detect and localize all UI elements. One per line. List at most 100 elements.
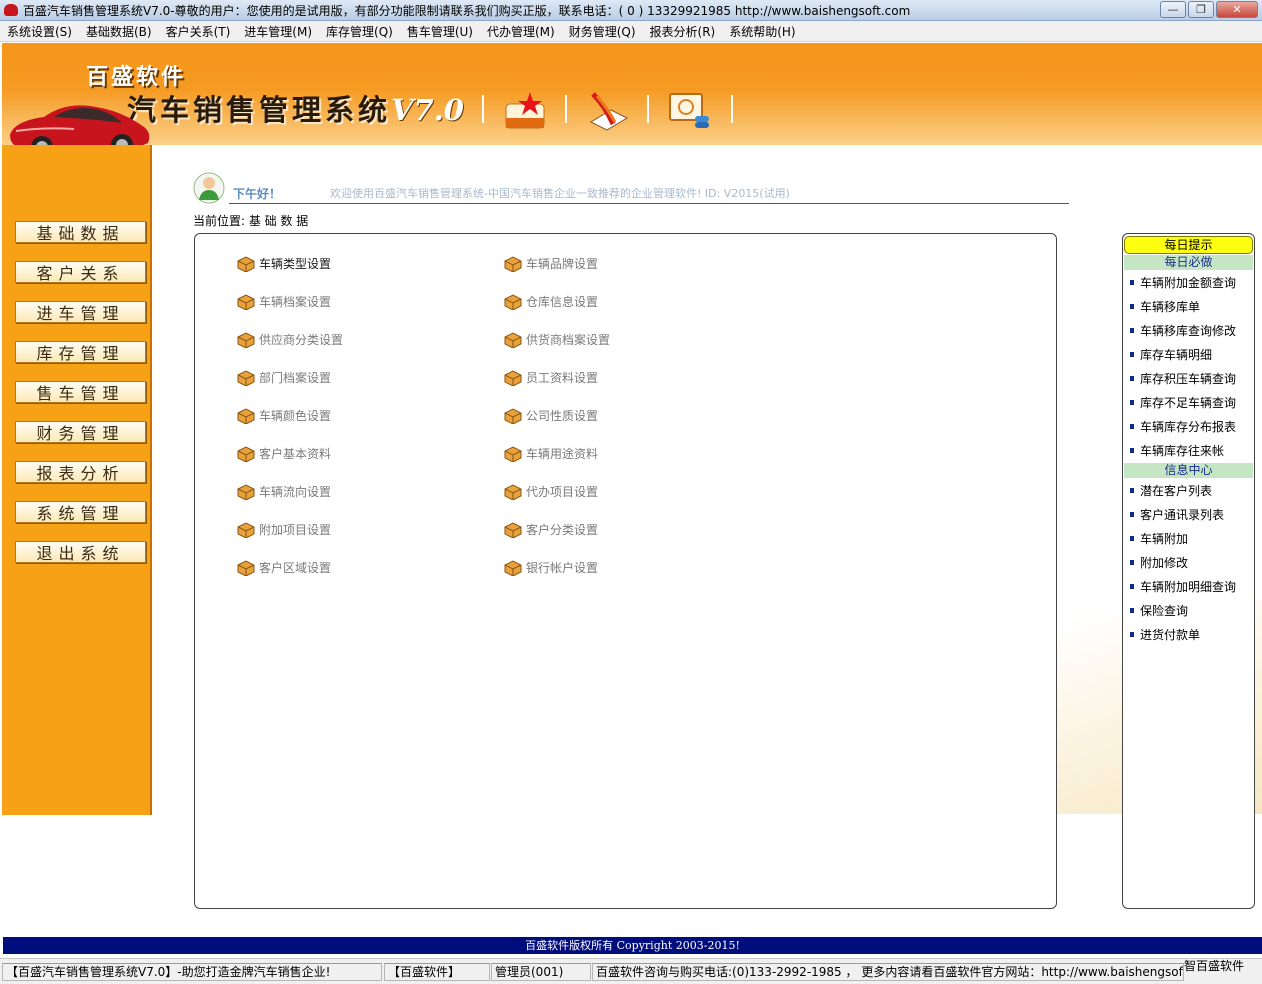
func-additional-items[interactable]: 附加项目设置 xyxy=(237,521,331,538)
menu-agency-management[interactable]: 代办管理(M) xyxy=(480,23,562,40)
func-vehicle-color[interactable]: 车辆颜色设置 xyxy=(237,407,331,424)
status-corner-label: 智百盛软件 xyxy=(1183,959,1244,973)
status-user: 管理员(001) xyxy=(491,963,591,981)
package-icon xyxy=(504,559,522,576)
func-bank-account[interactable]: 银行帐户设置 xyxy=(504,559,598,576)
link-label: 保险查询 xyxy=(1140,604,1189,618)
menu-customer-relations[interactable]: 客户关系(T) xyxy=(159,23,238,40)
link-customer-contacts[interactable]: 客户通讯录列表 xyxy=(1130,506,1224,523)
link-vehicle-transfer-query[interactable]: 车辆移库查询修改 xyxy=(1130,322,1236,339)
menu-finance-management[interactable]: 财务管理(Q) xyxy=(562,23,643,40)
window-controls: — ❐ ✕ xyxy=(1160,1,1258,18)
menu-sales-management[interactable]: 售车管理(U) xyxy=(400,23,480,40)
func-label: 代办项目设置 xyxy=(526,485,599,499)
close-button[interactable]: ✕ xyxy=(1216,1,1258,18)
func-label: 银行帐户设置 xyxy=(526,561,599,575)
func-label: 客户区域设置 xyxy=(259,561,332,575)
func-department-archive[interactable]: 部门档案设置 xyxy=(237,369,331,386)
func-vehicle-brand[interactable]: 车辆品牌设置 xyxy=(504,255,598,272)
bullet-icon xyxy=(1130,448,1134,453)
bullet-icon xyxy=(1130,400,1134,405)
link-understock-query[interactable]: 库存不足车辆查询 xyxy=(1130,394,1236,411)
link-vehicle-addon-amount-query[interactable]: 车辆附加金额查询 xyxy=(1130,274,1236,291)
sidebar-sales-button[interactable]: 售车管理 xyxy=(15,381,146,403)
status-product: 【百盛汽车销售管理系统V7.0】-助您打造金牌汽车销售企业! xyxy=(2,963,382,981)
func-customer-region[interactable]: 客户区域设置 xyxy=(237,559,331,576)
link-stock-vehicle-detail[interactable]: 库存车辆明细 xyxy=(1130,346,1212,363)
link-label: 车辆附加 xyxy=(1140,532,1189,546)
maximize-button[interactable]: ❐ xyxy=(1188,1,1214,18)
sidebar-system-management-button[interactable]: 系统管理 xyxy=(15,501,146,523)
func-company-nature[interactable]: 公司性质设置 xyxy=(504,407,598,424)
daily-tips-header: 每日提示 xyxy=(1124,236,1253,254)
bullet-icon xyxy=(1130,512,1134,517)
func-customer-category[interactable]: 客户分类设置 xyxy=(504,521,598,538)
minimize-button[interactable]: — xyxy=(1160,1,1186,18)
func-vendor-archive[interactable]: 供货商档案设置 xyxy=(504,331,610,348)
func-label: 员工资料设置 xyxy=(526,371,599,385)
link-label: 车辆移库单 xyxy=(1140,300,1201,314)
menu-purchase-management[interactable]: 进车管理(M) xyxy=(237,23,319,40)
menu-system-help[interactable]: 系统帮助(H) xyxy=(722,23,802,40)
link-vehicle-addon[interactable]: 车辆附加 xyxy=(1130,530,1188,547)
link-vehicle-transfer[interactable]: 车辆移库单 xyxy=(1130,298,1200,315)
func-customer-basic-info[interactable]: 客户基本资料 xyxy=(237,445,331,462)
link-insurance-query[interactable]: 保险查询 xyxy=(1130,602,1188,619)
func-label: 供货商档案设置 xyxy=(526,333,611,347)
package-icon xyxy=(504,407,522,424)
greeting-label: 下午好！ xyxy=(233,187,282,201)
func-label: 客户分类设置 xyxy=(526,523,599,537)
breadcrumb: 当前位置: 基 础 数 据 xyxy=(193,214,309,228)
menu-basic-data[interactable]: 基础数据(B) xyxy=(79,23,159,40)
func-agency-items[interactable]: 代办项目设置 xyxy=(504,483,598,500)
package-icon xyxy=(237,369,255,386)
daily-must-do-header: 每日必做 xyxy=(1124,255,1253,270)
sidebar-basic-data-button[interactable]: 基础数据 xyxy=(15,221,146,243)
func-supplier-category[interactable]: 供应商分类设置 xyxy=(237,331,343,348)
book-quill-icon[interactable] xyxy=(585,88,631,134)
menu-system-settings[interactable]: 系统设置(S) xyxy=(0,23,79,40)
info-center-header: 信息中心 xyxy=(1124,463,1253,478)
sidebar-inventory-button[interactable]: 库存管理 xyxy=(15,341,146,363)
presentation-database-icon[interactable] xyxy=(667,88,713,134)
bullet-icon xyxy=(1130,328,1134,333)
bullet-icon xyxy=(1130,304,1134,309)
link-addon-detail-query[interactable]: 车辆附加明细查询 xyxy=(1130,578,1236,595)
link-overstock-query[interactable]: 库存积压车辆查询 xyxy=(1130,370,1236,387)
menu-report-analysis[interactable]: 报表分析(R) xyxy=(643,23,723,40)
link-label: 潜在客户列表 xyxy=(1140,484,1213,498)
bullet-icon xyxy=(1130,632,1134,637)
sidebar-customer-relations-button[interactable]: 客户关系 xyxy=(15,261,146,283)
sidebar-reports-button[interactable]: 报表分析 xyxy=(15,461,146,483)
link-label: 车辆附加明细查询 xyxy=(1140,580,1237,594)
home-star-icon[interactable] xyxy=(502,88,548,134)
func-vehicle-usage[interactable]: 车辆用途资料 xyxy=(504,445,598,462)
func-vehicle-flow[interactable]: 车辆流向设置 xyxy=(237,483,331,500)
status-company: 【百盛软件】 xyxy=(384,963,490,981)
package-icon xyxy=(504,445,522,462)
link-potential-customers[interactable]: 潜在客户列表 xyxy=(1130,482,1212,499)
link-addon-edit[interactable]: 附加修改 xyxy=(1130,554,1188,571)
package-icon xyxy=(237,559,255,576)
window-title: 百盛汽车销售管理系统V7.0-尊敬的用户：您使用的是试用版，有部分功能限制请联系… xyxy=(23,3,911,18)
sidebar-finance-button[interactable]: 财务管理 xyxy=(15,421,146,443)
func-warehouse-info[interactable]: 仓库信息设置 xyxy=(504,293,598,310)
func-employee-info[interactable]: 员工资料设置 xyxy=(504,369,598,386)
sidebar-exit-button[interactable]: 退出系统 xyxy=(15,541,146,563)
func-vehicle-type[interactable]: 车辆类型设置 xyxy=(237,255,331,272)
func-vehicle-archive[interactable]: 车辆档案设置 xyxy=(237,293,331,310)
link-label: 库存不足车辆查询 xyxy=(1140,396,1237,410)
package-icon xyxy=(504,293,522,310)
package-icon xyxy=(237,293,255,310)
link-purchase-payment[interactable]: 进货付款单 xyxy=(1130,626,1200,643)
sidebar-purchase-button[interactable]: 进车管理 xyxy=(15,301,146,323)
daily-tips-panel: 每日提示 每日必做 车辆附加金额查询 车辆移库单 车辆移库查询修改 库存车辆明细… xyxy=(1122,233,1255,909)
link-stock-ledger[interactable]: 车辆库存往来帐 xyxy=(1130,442,1224,459)
menu-inventory-management[interactable]: 库存管理(Q) xyxy=(319,23,400,40)
func-label: 车辆流向设置 xyxy=(259,485,332,499)
menu-bar: 系统设置(S) 基础数据(B) 客户关系(T) 进车管理(M) 库存管理(Q) … xyxy=(0,21,1262,42)
link-stock-distribution-report[interactable]: 车辆库存分布报表 xyxy=(1130,418,1236,435)
copyright-bar: 百盛软件版权所有 Copyright 2003-2015! xyxy=(3,937,1262,954)
package-icon xyxy=(504,331,522,348)
link-label: 车辆库存往来帐 xyxy=(1140,444,1225,458)
